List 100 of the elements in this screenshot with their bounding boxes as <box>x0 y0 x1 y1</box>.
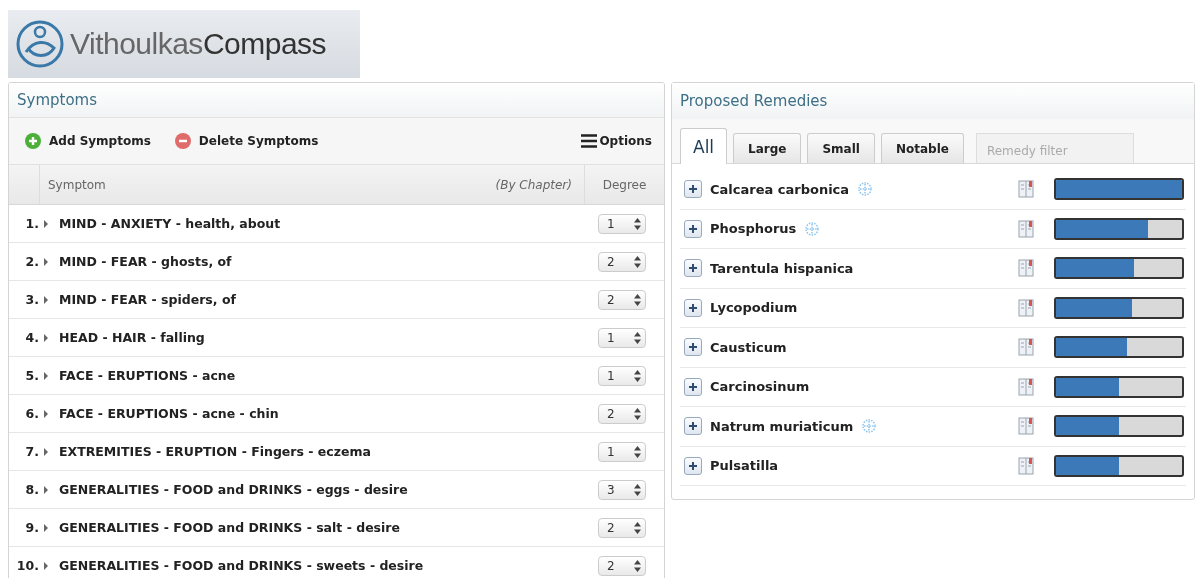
degree-select[interactable]: 2 <box>598 289 646 310</box>
column-hint: (By Chapter) <box>495 177 572 192</box>
expand-arrow-icon[interactable] <box>43 371 49 380</box>
plus-icon <box>688 342 698 353</box>
symptom-text: GENERALITIES - FOOD and DRINKS - sweets - desire <box>59 558 425 573</box>
degree-select[interactable]: 1 <box>598 441 646 462</box>
symptom-text: MIND - ANXIETY - health, about <box>59 216 282 231</box>
expand-button[interactable] <box>684 219 702 238</box>
filter-tab[interactable]: All <box>680 128 728 164</box>
up-down-arrows-icon <box>634 255 641 268</box>
expand-arrow-icon[interactable] <box>43 409 49 418</box>
book-icon[interactable] <box>1018 219 1034 238</box>
row-number: 2. <box>24 254 40 269</box>
expand-arrow-icon[interactable] <box>43 219 49 228</box>
delete-symptoms-button[interactable]: Delete Symptoms <box>174 131 319 151</box>
symptom-text: GENERALITIES - FOOD and DRINKS - eggs - desire <box>59 482 409 497</box>
book-icon[interactable] <box>1018 456 1034 475</box>
degree-select[interactable]: 1 <box>598 365 646 386</box>
plus-icon <box>688 302 698 313</box>
up-down-arrows-icon <box>634 331 641 344</box>
column-header: Degree <box>602 177 647 192</box>
symptom-text: FACE - ERUPTIONS - acne - chin <box>59 406 280 421</box>
expand-button[interactable] <box>684 259 702 278</box>
expand-button[interactable] <box>684 417 702 436</box>
expand-arrow-icon[interactable] <box>43 485 49 494</box>
up-down-arrows-icon <box>634 217 641 230</box>
row-number: 1. <box>24 216 40 231</box>
expand-arrow-icon[interactable] <box>43 333 49 342</box>
row-number: 6. <box>24 406 40 421</box>
degree-select[interactable]: 2 <box>598 517 646 538</box>
expand-button[interactable] <box>684 377 702 396</box>
remedy-name: Calcarea carbonica <box>710 181 850 197</box>
row-number: 4. <box>24 330 40 345</box>
minus-circle-icon <box>174 133 191 149</box>
filter-tab[interactable]: Large <box>733 133 802 163</box>
up-down-arrows-icon <box>634 293 641 306</box>
expand-arrow-icon[interactable] <box>43 295 49 304</box>
up-down-arrows-icon <box>634 445 641 458</box>
plus-icon <box>688 421 698 432</box>
up-down-arrows-icon <box>634 483 641 496</box>
logo-text: VithoulkasCompass <box>70 27 327 61</box>
degree-select[interactable]: 1 <box>598 213 646 234</box>
remedy-name: Pulsatilla <box>710 458 779 474</box>
expand-arrow-icon[interactable] <box>43 561 49 570</box>
column-header: Symptom <box>48 177 106 192</box>
up-down-arrows-icon <box>634 521 641 534</box>
row-number: 7. <box>24 444 40 459</box>
expand-button[interactable] <box>684 456 702 475</box>
remedy-name: Carcinosinum <box>710 379 810 395</box>
row-number: 9. <box>24 520 40 535</box>
degree-select[interactable]: 2 <box>598 403 646 424</box>
row-number: 8. <box>24 482 40 497</box>
degree-select[interactable]: 2 <box>598 251 646 272</box>
up-down-arrows-icon <box>634 407 641 420</box>
panel-title: Symptoms <box>17 91 98 109</box>
expand-arrow-icon[interactable] <box>43 447 49 456</box>
degree-select[interactable]: 1 <box>598 327 646 348</box>
compass-logo-icon <box>14 18 66 70</box>
expand-button[interactable] <box>684 298 702 317</box>
book-icon[interactable] <box>1018 377 1034 396</box>
remedy-name: Tarentula hispanica <box>710 260 854 276</box>
symptom-text: MIND - FEAR - ghosts, of <box>59 254 233 269</box>
row-number: 5. <box>24 368 40 383</box>
expand-arrow-icon[interactable] <box>43 523 49 532</box>
remedy-name: Lycopodium <box>710 300 798 316</box>
expand-button[interactable] <box>684 180 702 199</box>
remedy-name: Phosphorus <box>710 221 797 237</box>
up-down-arrows-icon <box>634 559 641 572</box>
plus-icon <box>688 184 698 195</box>
book-icon[interactable] <box>1018 338 1034 357</box>
expand-arrow-icon[interactable] <box>43 257 49 266</box>
panel-title: Proposed Remedies <box>680 92 828 110</box>
symptom-text: EXTREMITIES - ERUPTION - Fingers - eczema <box>59 444 372 459</box>
menu-icon <box>581 134 598 148</box>
add-symptoms-button[interactable]: Add Symptoms <box>25 131 151 151</box>
plus-icon <box>688 460 698 471</box>
plus-circle-icon <box>25 133 41 149</box>
book-icon[interactable] <box>1018 180 1034 199</box>
options-button[interactable]: Options <box>581 132 652 150</box>
plus-icon <box>688 263 698 274</box>
degree-select[interactable]: 2 <box>598 555 646 576</box>
degree-select[interactable]: 3 <box>598 479 646 500</box>
symptom-text: FACE - ERUPTIONS - acne <box>59 368 237 383</box>
book-icon[interactable] <box>1018 298 1034 317</box>
remedy-name: Natrum muriaticum <box>710 418 854 434</box>
remedy-filter-field[interactable]: Remedy filter <box>975 133 1134 163</box>
row-number: 3. <box>24 292 40 307</box>
up-down-arrows-icon <box>634 369 641 382</box>
filter-tab[interactable]: Small <box>807 133 875 163</box>
symptom-text: HEAD - HAIR - falling <box>59 330 206 345</box>
plus-icon <box>688 223 698 234</box>
book-icon[interactable] <box>1018 259 1034 278</box>
symptom-text: GENERALITIES - FOOD and DRINKS - salt - desire <box>59 520 401 535</box>
symptom-text: MIND - FEAR - spiders, of <box>59 292 237 307</box>
remedy-name: Causticum <box>710 339 787 355</box>
plus-icon <box>688 381 698 392</box>
book-icon[interactable] <box>1018 417 1034 436</box>
filter-tab[interactable]: Notable <box>880 133 964 163</box>
expand-button[interactable] <box>684 338 702 357</box>
row-number: 10. <box>15 558 40 573</box>
